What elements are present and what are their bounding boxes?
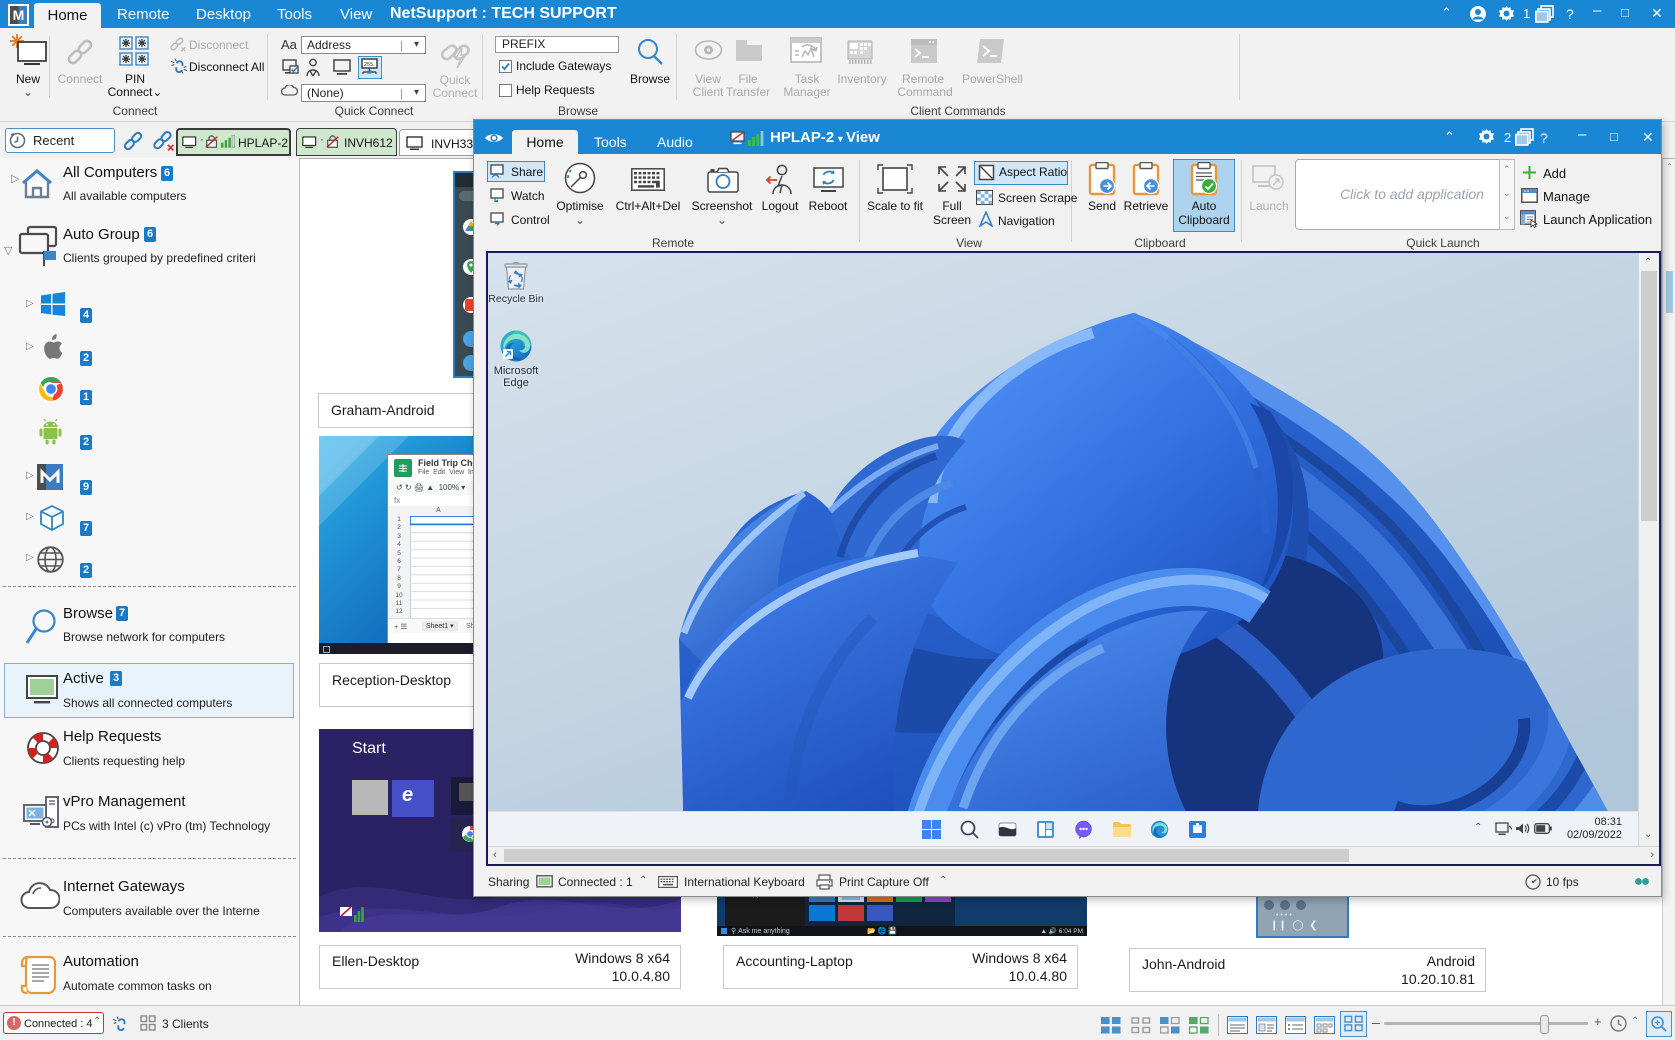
svg-text:255.: 255. bbox=[364, 62, 375, 68]
